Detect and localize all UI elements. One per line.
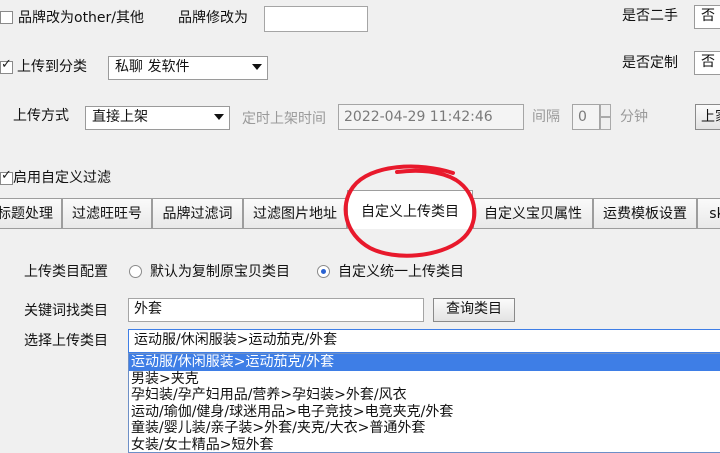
chevron-down-icon <box>252 64 262 70</box>
radio-custom-label: 自定义统一上传类目 <box>338 263 464 281</box>
tab-label: 品牌过滤词 <box>163 206 233 222</box>
query-category-button[interactable]: 查询类目 <box>433 298 515 322</box>
tab-filter-image-url[interactable]: 过滤图片地址 <box>243 198 347 228</box>
tab-title-processing[interactable]: 标题处理 <box>0 198 62 228</box>
schedule-time-label: 定时上架时间 <box>242 110 326 128</box>
list-item[interactable]: 运动服/休闲服装>运动茄克/外套 <box>129 354 720 371</box>
tab-label: 过滤旺旺号 <box>72 206 142 222</box>
tab-sku[interactable]: sk <box>697 198 720 228</box>
category-dropdown-list[interactable]: 运动服/休闲服装>运动茄克/外套 男装>夹克 孕妇装/孕产妇用品/营养>孕妇装>… <box>128 353 720 453</box>
list-item[interactable]: 孕妇装/孕产妇用品/营养>孕妇装>外套/风衣 <box>129 387 720 404</box>
interval-input[interactable]: 0 <box>572 104 600 130</box>
select-category-combo[interactable]: 运动服/休闲服装>运动茄克/外套 <box>128 329 720 353</box>
list-item[interactable]: 女装/女士精品>短外套 <box>129 437 720 453</box>
custom-filter-checkbox[interactable] <box>0 172 13 185</box>
tab-filter-wangwang[interactable]: 过滤旺旺号 <box>62 198 152 228</box>
brand-modify-label: 品牌修改为 <box>178 9 248 27</box>
list-item[interactable]: 运动/瑜伽/健身/球迷用品>电子竞技>电竞夹克/外套 <box>129 404 720 421</box>
tab-label: 标题处理 <box>0 206 53 222</box>
custom-made-label: 是否定制 <box>622 54 678 72</box>
upload-category-value: 私聊 发软件 <box>115 59 189 75</box>
tab-label: 运费模板设置 <box>603 206 687 222</box>
interval-label: 间隔 <box>532 108 560 126</box>
custom-filter-label: 启用自定义过滤 <box>13 169 111 187</box>
upload-category-select[interactable]: 私聊 发软件 <box>108 56 268 80</box>
tab-label: 过滤图片地址 <box>253 206 337 222</box>
keyword-input[interactable]: 外套 <box>128 298 424 322</box>
interval-spin-down[interactable] <box>600 117 611 130</box>
category-config-label: 上传类目配置 <box>24 263 108 281</box>
second-hand-select[interactable]: 否 <box>694 5 720 29</box>
tab-custom-item-attributes[interactable]: 自定义宝贝属性 <box>473 198 593 228</box>
list-item[interactable]: 男装>夹克 <box>129 371 720 388</box>
upload-button[interactable]: 上家 <box>695 104 720 130</box>
tab-label: sk <box>709 206 720 222</box>
radio-default-label: 默认为复制原宝贝类目 <box>150 263 290 281</box>
radio-custom-category[interactable] <box>317 265 330 278</box>
minute-label: 分钟 <box>620 108 648 126</box>
annotation-circle <box>335 160 485 265</box>
brand-modify-input[interactable] <box>264 6 368 32</box>
list-item[interactable]: 童装/婴儿装/亲子装>外套/夹克/大衣>普通外套 <box>129 420 720 437</box>
tab-shipping-template[interactable]: 运费模板设置 <box>593 198 697 228</box>
upload-method-label: 上传方式 <box>13 107 69 125</box>
radio-default-category[interactable] <box>129 265 142 278</box>
second-hand-label: 是否二手 <box>622 7 678 25</box>
upload-category-label: 上传到分类 <box>17 58 87 76</box>
custom-made-select[interactable]: 否 <box>694 51 720 75</box>
tab-label: 自定义宝贝属性 <box>484 206 582 222</box>
interval-spin-up[interactable] <box>600 104 611 117</box>
keyword-label: 关键词找类目 <box>24 302 108 320</box>
second-hand-value: 否 <box>701 8 715 24</box>
brand-other-label: 品牌改为other/其他 <box>18 9 144 27</box>
select-category-label: 选择上传类目 <box>24 332 108 350</box>
custom-made-value: 否 <box>701 54 715 70</box>
tab-brand-filter[interactable]: 品牌过滤词 <box>152 198 243 228</box>
brand-other-checkbox[interactable] <box>0 11 13 24</box>
upload-method-select[interactable]: 直接上架 <box>85 106 230 130</box>
upload-category-checkbox[interactable] <box>0 61 13 74</box>
chevron-down-icon <box>214 114 224 120</box>
upload-method-value: 直接上架 <box>92 109 148 125</box>
schedule-time-input[interactable]: 2022-04-29 11:42:46 <box>338 104 524 130</box>
